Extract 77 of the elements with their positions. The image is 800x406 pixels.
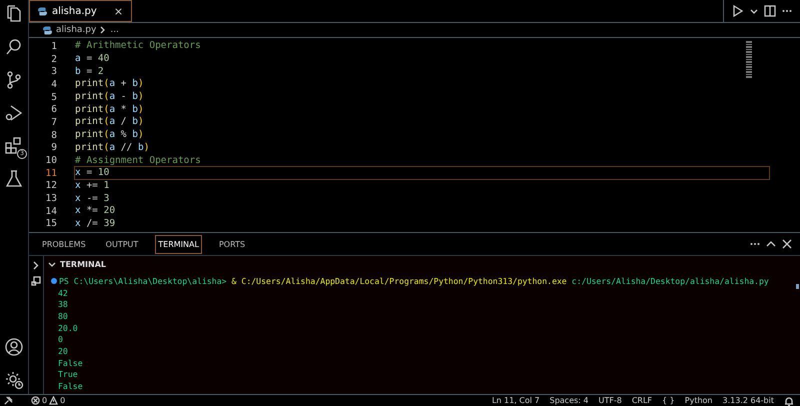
breadcrumb-item[interactable]: ... <box>110 25 119 35</box>
code-line: b = 2 <box>74 64 105 78</box>
code-line: a = 40 <box>74 52 110 66</box>
close-button[interactable]: × <box>114 4 124 18</box>
panel-tab[interactable]: PORTS <box>216 234 248 254</box>
breadcrumb-item[interactable]: alisha.py <box>56 25 96 35</box>
more-icon[interactable] <box>750 242 760 246</box>
line-number: 13 <box>44 193 58 204</box>
line-number: 14 <box>44 206 58 217</box>
python-file-icon <box>43 26 52 34</box>
line-number: 12 <box>44 180 58 192</box>
code-line: print(a % b) <box>74 128 145 142</box>
chevron-right-icon[interactable] <box>33 261 39 270</box>
panel-tab[interactable]: PROBLEMS <box>39 234 89 254</box>
code-line: # Arithmetic Operators <box>74 39 202 54</box>
chevron-down-icon[interactable] <box>48 260 56 268</box>
terminal-output: 38 <box>58 299 68 310</box>
terminal-output: 0 <box>58 334 63 344</box>
terminal-header[interactable]: TERMINAL <box>60 260 106 268</box>
code-line: x *= 20 <box>74 204 116 218</box>
line-number: 8 <box>50 130 58 141</box>
code-line: print(a - b) <box>74 90 145 104</box>
code-line: # Assignment Operators <box>74 154 202 168</box>
line-number: 4 <box>50 78 58 90</box>
line-number: 15 <box>44 218 58 230</box>
scrollbar-thumb[interactable] <box>796 284 799 289</box>
minimap-drawing <box>746 41 754 78</box>
terminal-output: False <box>58 381 83 392</box>
more-icon[interactable] <box>782 9 792 13</box>
status-item[interactable]: Spaces: 4 <box>550 396 588 405</box>
split-editor-icon[interactable] <box>764 5 776 17</box>
terminal-output: 20 <box>58 346 68 356</box>
status-item[interactable]: UTF-8 <box>598 396 622 405</box>
status-item[interactable]: { } <box>662 396 675 405</box>
panel-tab[interactable]: TERMINAL <box>155 234 202 254</box>
chevron-down-icon[interactable] <box>750 7 758 15</box>
gear-icon[interactable] <box>4 370 24 390</box>
code-line: x -= 3 <box>74 192 110 206</box>
python-file-icon <box>38 6 47 16</box>
line-number: 2 <box>50 54 58 65</box>
terminal-output: 42 <box>58 288 68 298</box>
run-debug-icon[interactable] <box>4 103 24 123</box>
code-line: x /= 39 <box>74 216 116 231</box>
terminal-lock-icon[interactable] <box>31 276 41 286</box>
terminal-command: PS C:\Users\Alisha\Desktop\alisha> & C:/Users/Alisha/AppData/Local/Programs/Python/Python313/python.exe c:/Users/Alisha/Desktop/alisha/alisha.py <box>59 276 769 286</box>
line-number: 7 <box>50 116 58 128</box>
terminal-output: False <box>58 358 83 368</box>
code-line: print(a // b) <box>74 140 150 155</box>
terminal-output: 80 <box>58 310 68 321</box>
line-number: 5 <box>50 92 58 103</box>
line-number: 1 <box>50 40 58 52</box>
code-line: print(a / b) <box>74 115 145 130</box>
code-line: x += 1 <box>74 178 110 193</box>
bell-icon[interactable] <box>784 396 794 406</box>
flask-icon[interactable] <box>4 169 24 189</box>
line-number: 3 <box>50 66 58 78</box>
status-dot-icon <box>51 278 57 284</box>
line-number: 6 <box>50 104 58 116</box>
line-number: 9 <box>50 142 58 154</box>
status-item[interactable]: Ln 11, Col 7 <box>492 396 540 405</box>
status-item[interactable]: 3.13.2 64-bit <box>722 396 774 405</box>
terminal-output: True <box>58 369 78 380</box>
status-item[interactable]: Python <box>684 396 712 405</box>
account-icon[interactable] <box>4 337 24 357</box>
close-icon[interactable] <box>782 239 792 249</box>
run-icon[interactable] <box>732 5 744 17</box>
chevron-right-icon <box>100 26 106 34</box>
code-line: print(a + b) <box>74 77 145 92</box>
line-number: 10 <box>44 155 58 166</box>
status-item[interactable]: CRLF <box>632 396 652 405</box>
editor-tab[interactable]: alisha.py × <box>29 0 132 22</box>
panel-tab[interactable]: OUTPUT <box>102 234 142 254</box>
chevron-up-icon[interactable] <box>766 239 776 249</box>
code-line: print(a * b) <box>74 102 145 116</box>
problems-indicator[interactable]: 0 0 <box>31 396 66 405</box>
line-number: 11 <box>44 168 58 179</box>
terminal-output: 20.0 <box>58 322 78 333</box>
